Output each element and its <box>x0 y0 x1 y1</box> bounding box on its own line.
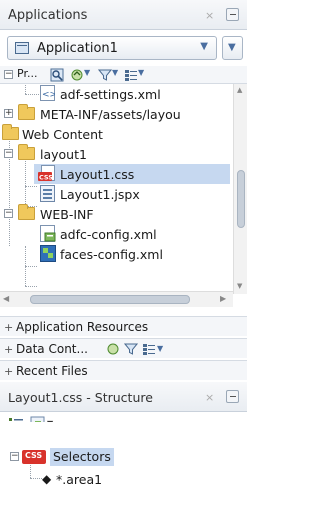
filter-icon[interactable] <box>124 342 138 356</box>
tree-item-label: Layout1.jspx <box>60 187 140 202</box>
application-icon <box>15 42 29 54</box>
tree-item-label: WEB-INF <box>40 207 94 222</box>
svg-text:<>: <> <box>42 90 55 100</box>
folder-icon <box>2 124 19 140</box>
tree-vertical-scrollbar[interactable]: ▲ ▼ <box>233 84 247 294</box>
chevron-down-icon[interactable]: ▼ <box>157 344 163 353</box>
filter-icon[interactable] <box>98 68 112 82</box>
projects-label: Pr... <box>17 67 38 80</box>
tree-item-label: META-INF/assets/layou <box>40 107 181 122</box>
expand-icon: + <box>4 321 14 334</box>
xml-file-icon: <> <box>40 85 55 101</box>
tree-item-label: faces-config.xml <box>60 247 163 262</box>
expand-toggle[interactable]: + <box>4 109 13 118</box>
minimize-icon[interactable] <box>226 8 239 21</box>
projects-tree: <> adf-settings.xml + META-INF/assets/la… <box>0 84 232 294</box>
sync-menu-arrow[interactable]: ▼ <box>84 68 90 77</box>
structure-tree: − CSS Selectors ◆ *.area1 <box>0 422 247 531</box>
section-label: Application Resources <box>16 320 149 334</box>
selectors-node[interactable]: Selectors <box>50 448 114 466</box>
tree-item-label: Web Content <box>22 127 103 142</box>
structure-panel-header: Layout1.css - Structure × <box>0 382 247 412</box>
tree-options-menu-arrow[interactable]: ▼ <box>138 68 144 77</box>
collapse-toggle[interactable]: − <box>4 149 13 158</box>
application-menu-button[interactable]: ▼ <box>222 36 243 60</box>
scroll-right-icon[interactable]: ▶ <box>220 294 226 303</box>
xml-file-icon <box>40 225 56 242</box>
zoom-to-file-icon[interactable] <box>50 68 64 82</box>
selector-label: *.area1 <box>56 472 103 487</box>
projects-toolbar: − Pr... ▼ ▼ ▼ <box>0 66 247 84</box>
refresh-icon[interactable] <box>106 342 120 356</box>
filter-menu-arrow[interactable]: ▼ <box>112 68 118 77</box>
tree-item-layout1-css[interactable]: CSS Layout1.css <box>34 164 230 184</box>
jspx-file-icon <box>40 185 55 202</box>
horizontal-scroll-thumb[interactable] <box>30 295 190 304</box>
structure-panel-title: Layout1.css - Structure <box>8 390 153 405</box>
vertical-scroll-thumb[interactable] <box>237 170 245 228</box>
tree-horizontal-scrollbar[interactable]: ◀ ▶ <box>0 291 233 307</box>
expand-icon: + <box>4 365 14 378</box>
sync-icon[interactable] <box>70 68 84 82</box>
collapse-toggle[interactable]: − <box>10 452 19 461</box>
section-label: Recent Files <box>16 364 88 378</box>
expand-icon: + <box>4 343 14 356</box>
css-badge-icon: CSS <box>22 450 46 464</box>
section-label: Data Cont... <box>16 342 88 356</box>
folder-icon <box>18 104 35 120</box>
css-file-icon: CSS <box>38 165 55 182</box>
tree-item-label: Layout1.css <box>60 167 135 182</box>
applications-panel-header: Applications × <box>0 0 247 30</box>
tree-item-label: adf-settings.xml <box>60 87 161 102</box>
tree-item-label: adfc-config.xml <box>60 227 157 242</box>
section-data-controls[interactable]: + Data Cont... ▼ <box>0 338 247 358</box>
close-icon[interactable]: × <box>205 391 214 404</box>
tree-options-icon[interactable] <box>142 342 156 356</box>
close-icon[interactable]: × <box>205 9 214 22</box>
selector-icon: ◆ <box>42 472 52 486</box>
application-selector-label: Application1 <box>37 41 118 56</box>
section-recent-files[interactable]: + Recent Files <box>0 360 247 380</box>
folder-icon <box>18 204 35 220</box>
section-application-resources[interactable]: + Application Resources <box>0 316 247 336</box>
scroll-left-icon[interactable]: ◀ <box>3 294 9 303</box>
collapse-toggle[interactable]: − <box>4 209 13 218</box>
selectors-label: Selectors <box>53 449 111 464</box>
scroll-down-icon[interactable]: ▼ <box>237 282 242 290</box>
chevron-down-icon: ▼ <box>228 42 236 53</box>
chevron-down-icon: ▼ <box>200 41 208 52</box>
folder-icon <box>18 144 35 160</box>
applications-panel-title: Applications <box>8 8 88 23</box>
selector-area1[interactable]: *.area1 <box>56 471 102 489</box>
projects-collapse-toggle[interactable]: − <box>4 70 13 79</box>
minimize-icon[interactable] <box>226 390 239 403</box>
application-selector[interactable]: Application1 ▼ <box>7 36 217 60</box>
tree-options-icon[interactable] <box>124 68 138 82</box>
scroll-up-icon[interactable]: ▲ <box>237 86 242 94</box>
xml-file-icon <box>40 245 56 262</box>
tree-item-label: layout1 <box>40 147 87 162</box>
svg-text:CSS: CSS <box>39 174 53 182</box>
